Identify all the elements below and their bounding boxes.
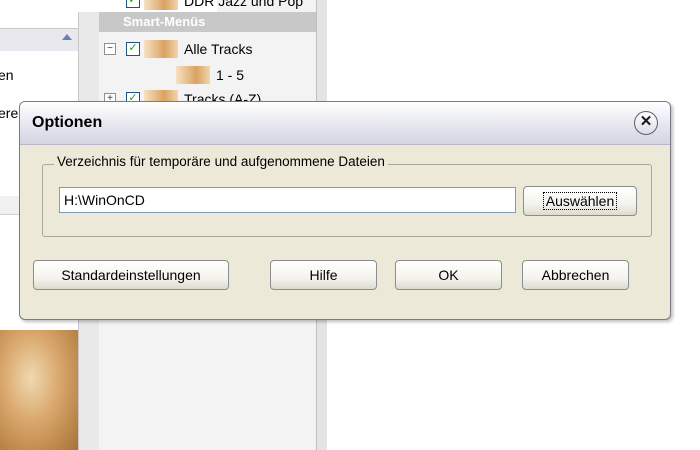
left-panel-header[interactable] — [0, 29, 78, 51]
browse-button[interactable]: Auswählen — [523, 186, 637, 216]
left-panel-text-2: ere — [0, 105, 19, 121]
checkbox-checked-icon[interactable]: ✓ — [126, 42, 140, 56]
help-button-label: Hilfe — [309, 267, 338, 283]
album-thumbnail — [176, 66, 210, 84]
smart-menus-header: Smart-Menüs — [99, 12, 316, 32]
options-dialog: Optionen ✕ Verzeichnis für temporäre und… — [19, 101, 671, 320]
defaults-button[interactable]: Standardeinstellungen — [33, 260, 229, 290]
album-thumbnail — [144, 40, 178, 58]
tree-item-label: 1 - 5 — [216, 67, 245, 83]
collapse-up-icon[interactable] — [62, 34, 72, 40]
dialog-titlebar[interactable]: Optionen ✕ — [20, 102, 670, 145]
collapse-icon[interactable]: − — [104, 43, 116, 55]
tree-item-label: Alle Tracks — [184, 41, 253, 57]
close-icon: ✕ — [639, 113, 653, 130]
dialog-title: Optionen — [32, 114, 103, 131]
cancel-button[interactable]: Abbrechen — [522, 260, 629, 290]
left-panel-text-1: en — [0, 67, 14, 83]
defaults-button-label: Standardeinstellungen — [61, 267, 201, 283]
temp-directory-group-label: Verzeichnis für temporäre und aufgenomme… — [54, 154, 388, 169]
cover-photo — [0, 330, 78, 450]
cancel-button-label: Abbrechen — [541, 267, 610, 283]
help-button[interactable]: Hilfe — [270, 260, 377, 290]
ok-button[interactable]: OK — [395, 260, 502, 290]
checkbox-checked-icon[interactable]: ✓ — [126, 0, 140, 8]
tree-item-label: DDR Jazz und Pop — [184, 0, 304, 9]
ok-button-label: OK — [438, 267, 459, 283]
temp-directory-input[interactable] — [59, 187, 516, 213]
close-button[interactable]: ✕ — [634, 111, 658, 135]
tree-item-top[interactable]: ✓ DDR Jazz und Pop — [104, 0, 303, 11]
browse-button-label: Auswählen — [542, 192, 618, 210]
album-thumbnail — [144, 0, 178, 10]
tree-item-1-5[interactable]: 1 - 5 — [176, 65, 244, 85]
tree-item-alle-tracks[interactable]: − ✓ Alle Tracks — [104, 39, 252, 59]
